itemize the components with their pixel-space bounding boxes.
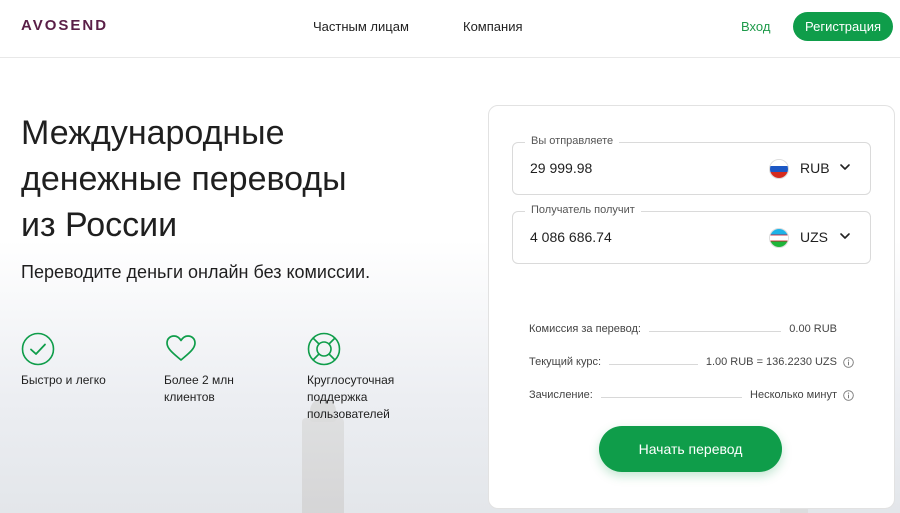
feature-text: Быстро и легко (21, 373, 106, 387)
uzbekistan-flag-icon (769, 228, 789, 248)
receive-amount-input[interactable]: 4 086 686.74 (530, 229, 612, 245)
feature-text: Более 2 млн клиентов (164, 373, 234, 404)
logo[interactable]: AVOSEND (21, 17, 108, 34)
fee-row: Комиссия за перевод: 0.00 RUB (529, 320, 854, 338)
rate-row: Текущий курс: 1.00 RUB = 136.2230 UZS (529, 353, 854, 371)
start-transfer-button[interactable]: Начать перевод (599, 426, 782, 472)
chevron-down-icon[interactable] (839, 230, 851, 242)
feature-fast: Быстро и легко (21, 332, 141, 389)
lifebuoy-icon (307, 332, 341, 366)
feature-support: Круглосуточная поддержка пользователей (307, 332, 427, 423)
feature-clients: Более 2 млн клиентов (164, 332, 284, 406)
top-header: AVOSEND Частным лицам Компания Вход Реги… (0, 0, 900, 58)
feature-text: Круглосуточная поддержка пользователей (307, 373, 395, 421)
info-icon[interactable] (843, 389, 854, 401)
receive-amount-label: Получатель получит (525, 204, 641, 216)
dotted-divider (609, 363, 698, 365)
register-button[interactable]: Регистрация (793, 12, 893, 41)
page-title: Международные денежные переводы из Росси… (21, 110, 441, 248)
fee-value: 0.00 RUB (789, 323, 837, 335)
dotted-divider (600, 396, 743, 398)
rate-value: 1.00 RUB = 136.2230 UZS (705, 356, 837, 368)
title-line: денежные переводы (21, 160, 347, 198)
check-circle-icon (21, 332, 55, 366)
heart-icon (166, 335, 196, 361)
delivery-row: Зачисление: Несколько минут (529, 386, 854, 404)
fee-label: Комиссия за перевод: (529, 323, 641, 335)
russia-flag-icon (769, 159, 789, 179)
title-line: Международные (21, 114, 285, 152)
background-minaret (302, 398, 344, 513)
hero-subtitle: Переводите деньги онлайн без комиссии. (21, 262, 371, 282)
delivery-value: Несколько минут (750, 389, 837, 401)
delivery-label: Зачисление: (529, 389, 593, 401)
rate-label: Текущий курс: (529, 356, 602, 368)
dotted-divider (649, 330, 782, 332)
transfer-calculator: Вы отправляете 29 999.98 RUB Получатель … (488, 105, 895, 509)
login-link[interactable]: Вход (741, 19, 770, 34)
nav-company[interactable]: Компания (463, 19, 523, 34)
chevron-down-icon[interactable] (839, 161, 851, 173)
send-amount-label: Вы отправляете (525, 135, 620, 147)
send-amount-input[interactable]: 29 999.98 (530, 160, 592, 176)
title-line: из России (21, 206, 178, 244)
receive-currency-select[interactable]: UZS (800, 229, 828, 245)
nav-private-persons[interactable]: Частным лицам (313, 19, 409, 34)
send-currency-select[interactable]: RUB (800, 160, 830, 176)
send-amount-field[interactable]: Вы отправляете 29 999.98 RUB (512, 135, 871, 195)
info-icon[interactable] (843, 356, 854, 368)
receive-amount-field[interactable]: Получатель получит 4 086 686.74 UZS (512, 204, 871, 264)
